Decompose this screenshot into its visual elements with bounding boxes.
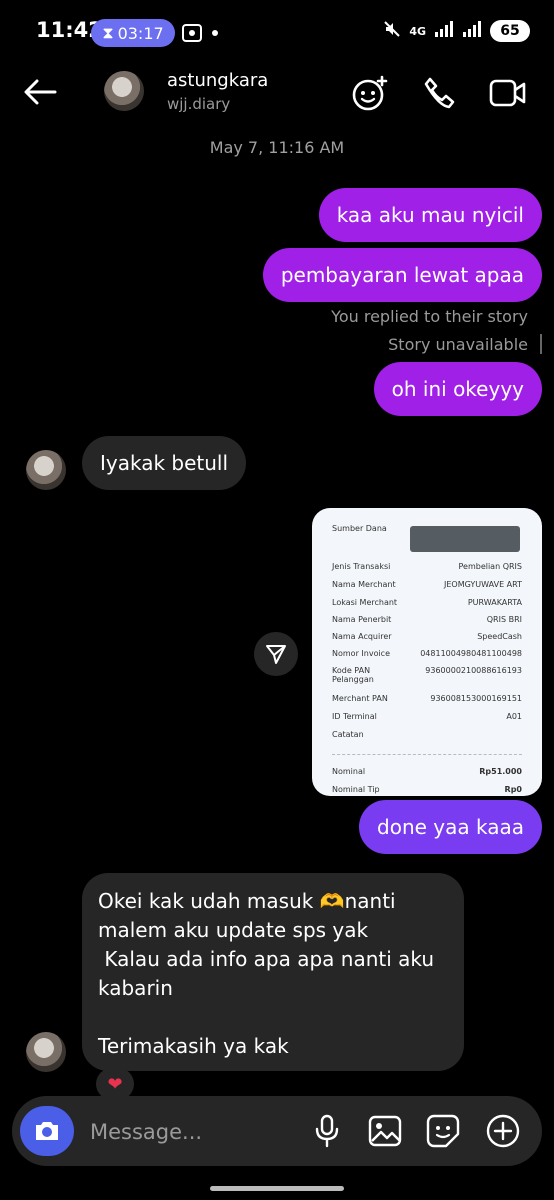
receipt-row: Jenis Transaksi Pembelian QRIS xyxy=(332,562,522,571)
receipt-label: Sumber Dana xyxy=(332,524,387,533)
receipt-label: Nama Penerbit xyxy=(332,615,392,624)
receipt-row: Lokasi Merchant PURWAKARTA xyxy=(332,598,522,607)
timer-pill[interactable]: ⧗ 03:17 xyxy=(91,19,175,47)
receipt-row: Nomor Invoice 04811004980481100498 xyxy=(332,649,522,658)
status-icons: 4G 65 xyxy=(383,20,530,42)
message-outgoing[interactable]: oh ini okeyyy xyxy=(373,362,542,416)
receipt-row: Nama Merchant JEOMGYUWAVE ART xyxy=(332,580,522,589)
contact-subtitle[interactable]: wjj.diary xyxy=(167,95,230,113)
receipt-row: Catatan xyxy=(332,730,522,739)
message-outgoing[interactable]: kaa aku mau nyicil xyxy=(318,188,542,242)
receipt-label: Jenis Transaksi xyxy=(332,562,391,571)
reply-note: You replied to their story xyxy=(331,307,528,326)
effects-icon[interactable] xyxy=(350,74,390,112)
receipt-value: PURWAKARTA xyxy=(467,598,522,607)
contact-name[interactable]: astungkara xyxy=(167,70,268,91)
receipt-label: Merchant PAN xyxy=(332,694,388,703)
screenshot-icon xyxy=(182,24,202,46)
receipt-label: Nama Merchant xyxy=(332,580,396,589)
sticker-icon[interactable] xyxy=(424,1112,462,1150)
receipt-label: Catatan xyxy=(332,730,364,739)
receipt-value: A01 xyxy=(506,712,522,721)
back-arrow-icon[interactable] xyxy=(22,76,58,108)
microphone-icon[interactable] xyxy=(310,1112,344,1150)
receipt-label: Nama Acquirer xyxy=(332,632,392,641)
share-icon[interactable] xyxy=(254,632,298,676)
message-incoming[interactable]: Okei kak udah masuk 🫶nanti malem aku upd… xyxy=(82,873,464,1071)
receipt-value: Rp0 xyxy=(504,785,522,794)
gallery-icon[interactable] xyxy=(366,1112,404,1150)
notification-dot xyxy=(212,30,218,36)
receipt-row: Nama Acquirer SpeedCash xyxy=(332,632,522,641)
receipt-row: Nama Penerbit QRIS BRI xyxy=(332,615,522,624)
message-outgoing[interactable]: done yaa kaaa xyxy=(359,800,542,854)
redaction-block xyxy=(410,526,520,552)
signal-icon-2 xyxy=(462,21,482,41)
receipt-value: JEOMGYUWAVE ART xyxy=(444,580,522,589)
receipt-row: Kode PAN Pelanggan 9360000210088616193 xyxy=(332,666,522,684)
receipt-label: Nominal xyxy=(332,767,366,776)
video-icon[interactable] xyxy=(488,74,528,112)
network-label: 4G xyxy=(409,24,426,38)
reply-bar xyxy=(540,334,542,354)
receipt-value: Rp51.000 xyxy=(479,767,522,776)
mute-icon xyxy=(383,20,401,42)
receipt-label: Nominal Tip xyxy=(332,785,380,794)
receipt-row: Nominal Tip Rp0 xyxy=(332,785,522,794)
timer-text: 03:17 xyxy=(117,23,164,43)
receipt-label: ID Terminal xyxy=(332,712,377,721)
home-indicator xyxy=(210,1186,344,1191)
message-outgoing[interactable]: pembayaran lewat apaa xyxy=(262,248,542,302)
phone-icon[interactable] xyxy=(420,74,458,112)
sender-avatar[interactable] xyxy=(26,450,66,490)
avatar[interactable] xyxy=(104,71,144,111)
receipt-value: Pembelian QRIS xyxy=(458,562,522,571)
receipt-value: 9360000210088616193 xyxy=(425,666,522,675)
message-input[interactable] xyxy=(88,1116,292,1148)
receipt-value: 04811004980481100498 xyxy=(420,649,522,658)
sender-avatar[interactable] xyxy=(26,1032,66,1072)
signal-icon xyxy=(434,21,454,41)
receipt-label: Lokasi Merchant xyxy=(332,598,398,607)
receipt-label: Nomor Invoice xyxy=(332,649,390,658)
receipt-row: Nominal Rp51.000 xyxy=(332,767,522,776)
message-incoming[interactable]: Iyakak betull xyxy=(82,436,247,490)
camera-icon[interactable] xyxy=(20,1106,74,1156)
receipt-label: Kode PAN Pelanggan xyxy=(332,666,374,684)
plus-icon[interactable] xyxy=(484,1112,522,1150)
receipt-divider xyxy=(332,754,522,755)
battery-icon: 65 xyxy=(490,20,530,42)
receipt-row: ID Terminal A01 xyxy=(332,712,522,721)
story-unavailable-note: Story unavailable xyxy=(388,335,528,354)
receipt-value: 936008153000169151 xyxy=(430,694,522,703)
receipt-value: SpeedCash xyxy=(477,632,522,641)
receipt-value: QRIS BRI xyxy=(486,615,522,624)
receipt-row: Merchant PAN 936008153000169151 xyxy=(332,694,522,703)
battery-level: 65 xyxy=(500,23,520,39)
message-timestamp: May 7, 11:16 AM xyxy=(209,138,345,157)
hourglass-icon: ⧗ xyxy=(102,23,114,42)
